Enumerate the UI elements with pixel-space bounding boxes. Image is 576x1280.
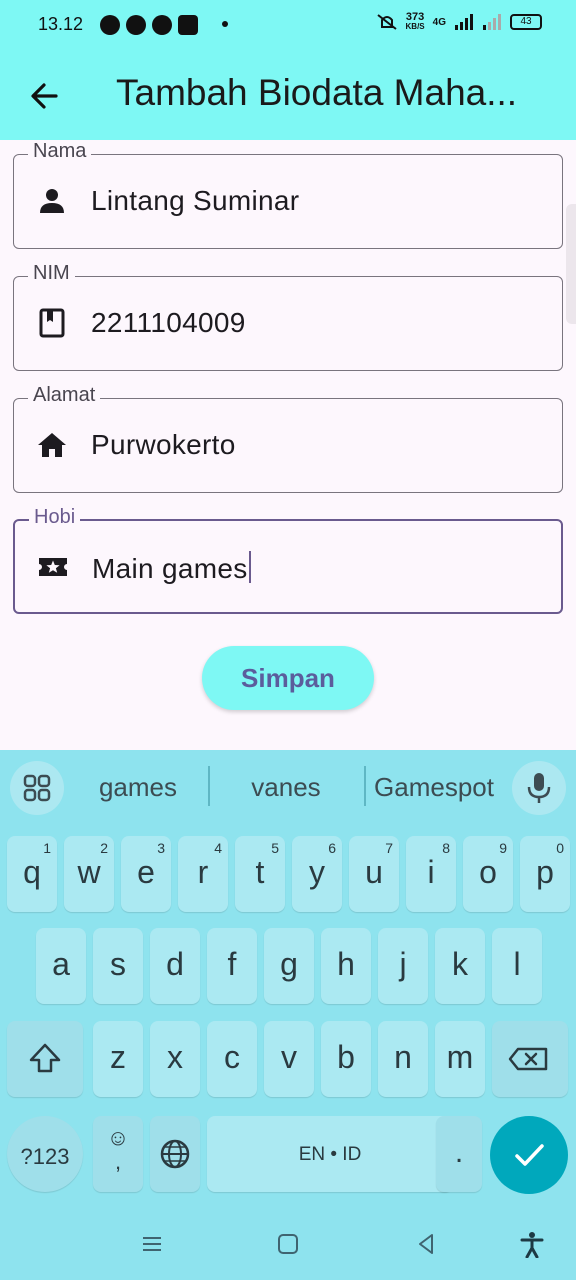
messages-icon (178, 15, 198, 35)
field-label: Hobi (29, 506, 81, 529)
microphone-icon (527, 773, 551, 803)
key-m[interactable]: m (435, 1021, 485, 1097)
key-q[interactable]: 1q (7, 836, 57, 912)
backspace-icon (508, 1047, 548, 1071)
key-s[interactable]: s (93, 928, 143, 1004)
battery-icon: 43 (510, 14, 542, 30)
key-f[interactable]: f (207, 928, 257, 1004)
net-speed: 373 KB/S (405, 11, 425, 32)
key-z[interactable]: z (93, 1021, 143, 1097)
key-a[interactable]: a (36, 928, 86, 1004)
grid-icon (23, 774, 51, 802)
alamat-field[interactable]: Alamat Purwokerto (13, 384, 563, 493)
book-icon (39, 308, 65, 338)
field-label: NIM (28, 262, 75, 285)
backspace-key[interactable] (492, 1021, 568, 1097)
key-e[interactable]: 3e (121, 836, 171, 912)
network-type: 4G (432, 16, 446, 28)
mute-icon (376, 14, 397, 30)
key-j[interactable]: j (378, 928, 428, 1004)
key-d[interactable]: d (150, 928, 200, 1004)
field-label: Nama (28, 140, 92, 163)
suggestion-3[interactable]: Gamespot (368, 772, 500, 803)
scroll-indicator (566, 204, 576, 324)
status-bar: 13.12 373 KB/S 4G 43 (0, 0, 576, 52)
status-time: 13.12 (38, 14, 84, 34)
field-label: Alamat (28, 384, 101, 407)
suggestion-divider (364, 766, 366, 806)
suggestion-1[interactable]: games (80, 772, 196, 803)
status-right: 373 KB/S 4G 43 (376, 12, 542, 32)
back-nav-icon[interactable] (412, 1230, 440, 1258)
field-value: 2211104009 (91, 307, 246, 338)
key-c[interactable]: c (207, 1021, 257, 1097)
arrow-back-icon[interactable] (26, 78, 66, 114)
snapchat-icon (100, 15, 120, 35)
field-value: Lintang Suminar (91, 185, 300, 216)
home-nav-icon[interactable] (274, 1230, 302, 1258)
simpan-button[interactable]: Simpan (202, 646, 374, 710)
notification-icons (100, 15, 198, 35)
key-g[interactable]: g (264, 928, 314, 1004)
enter-key[interactable] (490, 1116, 568, 1194)
key-k[interactable]: k (435, 928, 485, 1004)
globe-icon (160, 1139, 190, 1169)
key-i[interactable]: 8i (406, 836, 456, 912)
key-u[interactable]: 7u (349, 836, 399, 912)
key-p[interactable]: 0p (520, 836, 570, 912)
line-icon (152, 15, 172, 35)
shift-icon (29, 1043, 61, 1073)
key-v[interactable]: v (264, 1021, 314, 1097)
app-bar: 13.12 373 KB/S 4G 43 Tambah Biodata Maha… (0, 0, 576, 140)
nim-field[interactable]: NIM 2211104009 (13, 262, 563, 371)
voice-input-button[interactable] (512, 761, 566, 815)
hobi-field[interactable]: Hobi Main games (13, 506, 563, 614)
signal-icon (455, 14, 473, 30)
key-t[interactable]: 5t (235, 836, 285, 912)
apps-grid-button[interactable] (10, 761, 64, 815)
suggestion-strip: games vanes Gamespot (0, 750, 576, 826)
key-b[interactable]: b (321, 1021, 371, 1097)
period-key[interactable]: . (436, 1116, 482, 1192)
check-icon (515, 1144, 544, 1166)
field-value: Purwokerto (91, 429, 236, 460)
key-o[interactable]: 9o (463, 836, 513, 912)
whatsapp-icon (126, 15, 146, 35)
key-x[interactable]: x (150, 1021, 200, 1097)
language-key[interactable] (150, 1116, 200, 1192)
field-value: Main games (92, 551, 251, 585)
nama-field[interactable]: Nama Lintang Suminar (13, 140, 563, 249)
key-h[interactable]: h (321, 928, 371, 1004)
key-r[interactable]: 4r (178, 836, 228, 912)
more-notifications-dot (222, 21, 228, 27)
home-icon (38, 433, 66, 457)
emoji-comma-key[interactable]: ☺, (93, 1116, 143, 1192)
key-y[interactable]: 6y (292, 836, 342, 912)
key-w[interactable]: 2w (64, 836, 114, 912)
space-key[interactable]: EN • ID (207, 1116, 453, 1192)
page-title: Tambah Biodata Maha... (116, 72, 518, 113)
system-nav-bar (0, 1210, 576, 1280)
signal-2-icon (483, 14, 501, 30)
emoji-icon: ☺ (106, 1125, 130, 1150)
person-icon (40, 189, 64, 213)
shift-key[interactable] (7, 1021, 83, 1097)
text-cursor (248, 551, 251, 583)
key-l[interactable]: l (492, 928, 542, 1004)
suggestion-divider (208, 766, 210, 806)
ticket-star-icon (39, 558, 67, 576)
symbols-key[interactable]: ?123 (7, 1116, 83, 1192)
accessibility-icon[interactable] (518, 1230, 546, 1258)
suggestion-2[interactable]: vanes (222, 772, 350, 803)
menu-icon[interactable] (138, 1230, 166, 1258)
keyboard: games vanes Gamespot (0, 750, 576, 1280)
key-n[interactable]: n (378, 1021, 428, 1097)
